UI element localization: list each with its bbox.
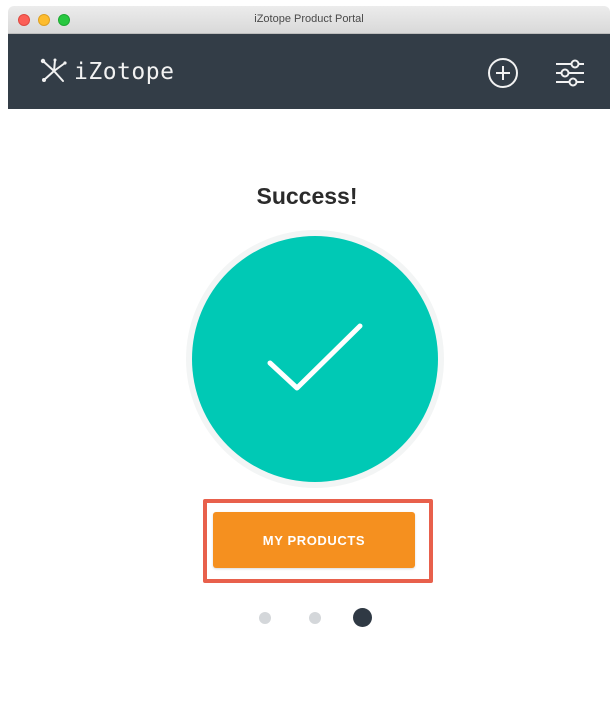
pagination-dots (0, 608, 614, 627)
izotope-logo-icon (40, 58, 67, 82)
checkmark-icon (267, 323, 363, 391)
page-dot-2[interactable] (309, 612, 321, 624)
page-dot-1[interactable] (259, 612, 271, 624)
app-header: iZotope (8, 34, 610, 109)
izotope-logo: iZotope (38, 52, 174, 92)
settings-sliders-icon[interactable] (553, 56, 587, 90)
window-title-bar: iZotope Product Portal (8, 6, 610, 34)
my-products-button[interactable]: MY PRODUCTS (213, 512, 415, 568)
success-title: Success! (256, 183, 358, 209)
page-dot-3-active[interactable] (353, 608, 372, 627)
window-title: iZotope Product Portal (254, 13, 364, 25)
success-circle (192, 236, 438, 482)
add-icon[interactable] (486, 56, 520, 90)
logo-wordmark: iZotope (74, 59, 175, 85)
